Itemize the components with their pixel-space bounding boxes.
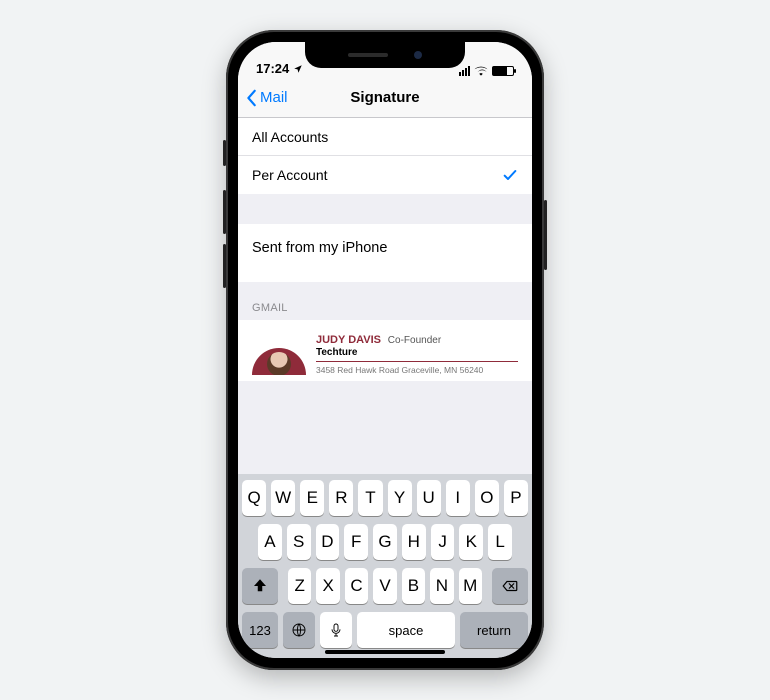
- checkmark-icon: [502, 167, 518, 183]
- scope-group: All Accounts Per Account: [238, 118, 532, 194]
- option-label: Per Account: [252, 167, 328, 183]
- volume-up-button: [223, 190, 226, 234]
- shift-icon: [251, 577, 269, 595]
- key-q[interactable]: Q: [242, 480, 266, 516]
- globe-icon: [291, 622, 307, 638]
- key-y[interactable]: Y: [388, 480, 412, 516]
- screen: 17:24 Mail Signature: [238, 42, 532, 658]
- signature-role: Co-Founder: [388, 335, 441, 346]
- key-c[interactable]: C: [345, 568, 368, 604]
- key-r[interactable]: R: [329, 480, 353, 516]
- backspace-key[interactable]: [492, 568, 528, 604]
- phone-frame: 17:24 Mail Signature: [226, 30, 544, 670]
- signature-name: JUDY DAVIS: [316, 334, 381, 346]
- key-i[interactable]: I: [446, 480, 470, 516]
- shift-key[interactable]: [242, 568, 278, 604]
- key-o[interactable]: O: [475, 480, 499, 516]
- divider: [316, 361, 518, 362]
- dictation-key[interactable]: [320, 612, 352, 648]
- globe-key[interactable]: [283, 612, 315, 648]
- key-b[interactable]: B: [402, 568, 425, 604]
- back-button[interactable]: Mail: [246, 78, 288, 117]
- mute-switch: [223, 140, 226, 166]
- key-h[interactable]: H: [402, 524, 426, 560]
- key-d[interactable]: D: [316, 524, 340, 560]
- key-row-1: Q W E R T Y U I O P: [242, 480, 528, 516]
- key-s[interactable]: S: [287, 524, 311, 560]
- return-key[interactable]: return: [460, 612, 528, 648]
- backspace-icon: [501, 577, 519, 595]
- back-label: Mail: [260, 89, 288, 106]
- microphone-icon: [328, 622, 344, 638]
- gmail-signature-editor[interactable]: JUDY DAVIS Co-Founder Techture 3458 Red …: [238, 320, 532, 381]
- numbers-key[interactable]: 123: [242, 612, 278, 648]
- default-signature-text: Sent from my iPhone: [252, 240, 387, 256]
- wifi-icon: [474, 66, 488, 76]
- avatar: [252, 348, 306, 375]
- key-row-bottom: 123 space return: [242, 612, 528, 648]
- notch: [305, 42, 465, 68]
- content: All Accounts Per Account Sent from my iP…: [238, 118, 532, 474]
- key-t[interactable]: T: [358, 480, 382, 516]
- key-e[interactable]: E: [300, 480, 324, 516]
- space-key[interactable]: space: [357, 612, 455, 648]
- signature-info: JUDY DAVIS Co-Founder Techture 3458 Red …: [316, 334, 518, 375]
- key-x[interactable]: X: [316, 568, 339, 604]
- option-all-accounts[interactable]: All Accounts: [238, 118, 532, 156]
- key-row-3: Z X C V B N M: [242, 568, 528, 604]
- home-indicator[interactable]: [325, 650, 445, 654]
- nav-bar: Mail Signature: [238, 78, 532, 118]
- volume-down-button: [223, 244, 226, 288]
- section-header-gmail: GMAIL: [238, 282, 532, 320]
- location-icon: [293, 64, 303, 74]
- cellular-icon: [459, 66, 470, 76]
- page-title: Signature: [350, 89, 419, 106]
- key-w[interactable]: W: [271, 480, 295, 516]
- key-z[interactable]: Z: [288, 568, 311, 604]
- signature-address: 3458 Red Hawk Road Graceville, MN 56240: [316, 365, 518, 375]
- key-u[interactable]: U: [417, 480, 441, 516]
- power-button: [544, 200, 547, 270]
- key-k[interactable]: K: [459, 524, 483, 560]
- key-p[interactable]: P: [504, 480, 528, 516]
- key-m[interactable]: M: [459, 568, 482, 604]
- key-a[interactable]: A: [258, 524, 282, 560]
- key-n[interactable]: N: [430, 568, 453, 604]
- key-f[interactable]: F: [344, 524, 368, 560]
- keyboard: Q W E R T Y U I O P A S D F G H J K L: [238, 474, 532, 658]
- default-signature-editor[interactable]: Sent from my iPhone: [238, 224, 532, 282]
- key-v[interactable]: V: [373, 568, 396, 604]
- key-l[interactable]: L: [488, 524, 512, 560]
- battery-icon: [492, 66, 514, 76]
- key-j[interactable]: J: [431, 524, 455, 560]
- key-g[interactable]: G: [373, 524, 397, 560]
- option-label: All Accounts: [252, 129, 328, 145]
- status-time: 17:24: [256, 61, 289, 76]
- signature-company: Techture: [316, 347, 518, 358]
- option-per-account[interactable]: Per Account: [238, 156, 532, 194]
- key-row-2: A S D F G H J K L: [242, 524, 528, 560]
- chevron-left-icon: [246, 89, 258, 107]
